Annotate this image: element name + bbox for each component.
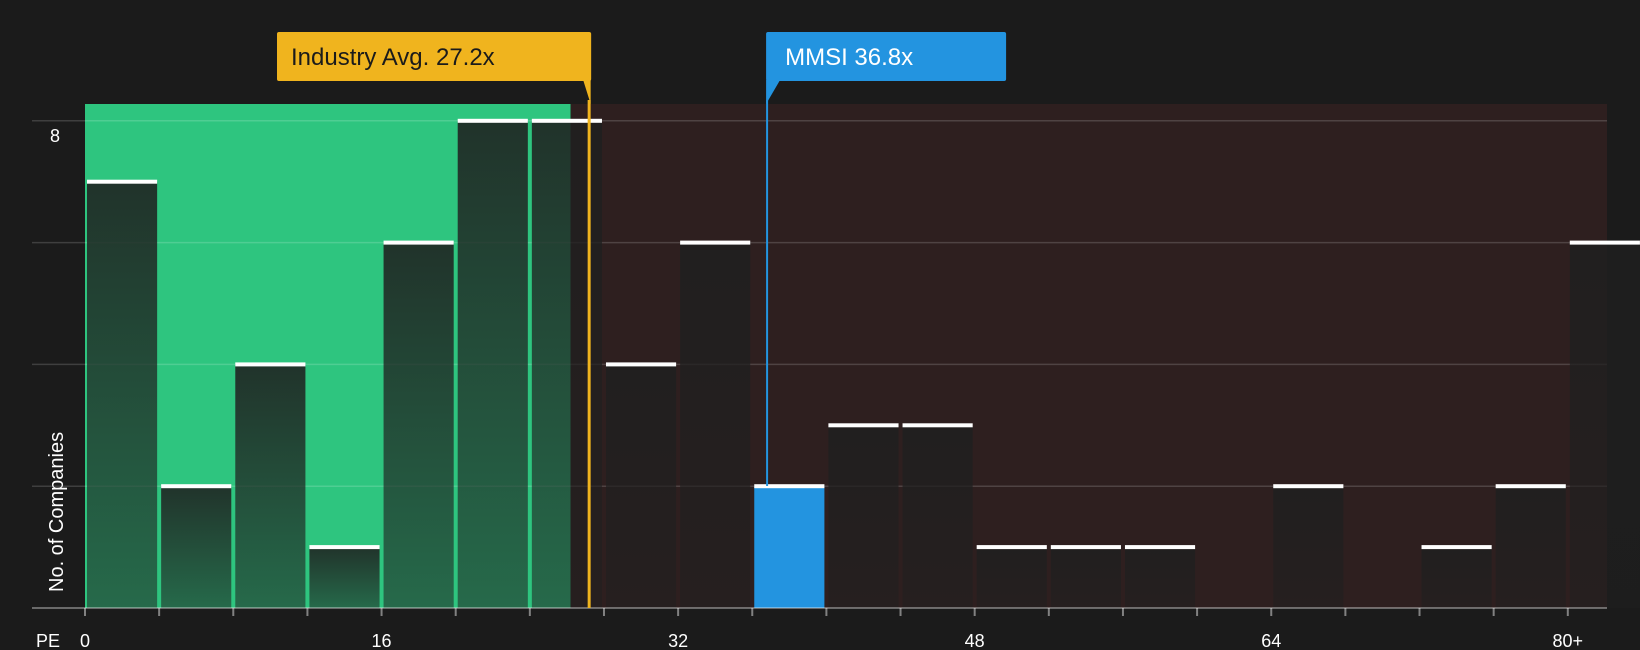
bar-cap-24 — [531, 118, 602, 123]
bar-cap-16 — [383, 240, 454, 245]
bar-cap-48 — [976, 545, 1047, 550]
bar-cap-72 — [1421, 545, 1492, 550]
mmsi-label: MMSI 36.8x — [785, 44, 913, 71]
bar-cap-76 — [1495, 484, 1566, 489]
industry-avg-label: Industry Avg. 27.2x — [291, 44, 495, 71]
x-tick-label: 0 — [80, 631, 90, 650]
bar-cap-20 — [457, 118, 528, 123]
bar-40 — [828, 425, 899, 608]
x-tick-label: 80+ — [1553, 631, 1584, 650]
bar-0 — [87, 181, 158, 608]
bar-cap-40 — [828, 423, 899, 428]
bar-72 — [1421, 547, 1492, 608]
x-tick-label: 32 — [668, 631, 688, 650]
bar-cap-36 — [754, 484, 825, 489]
bar-16 — [383, 242, 454, 608]
y-axis-label: No. of Companies — [46, 432, 68, 592]
bar-4 — [161, 486, 232, 608]
bar-cap-64 — [1273, 484, 1344, 489]
bar-cap-4 — [161, 484, 232, 489]
bar-cap-44 — [902, 423, 973, 428]
bar-cap-28 — [605, 362, 677, 367]
bar-12 — [309, 547, 380, 608]
mmsi-pointer — [766, 80, 781, 104]
x-tick-label: 48 — [965, 631, 985, 650]
bar-76 — [1495, 486, 1566, 608]
bar-8 — [235, 364, 306, 608]
bar-48 — [976, 547, 1047, 608]
bar-24 — [531, 120, 602, 609]
bar-64 — [1273, 486, 1344, 608]
bar-cap-56 — [1124, 545, 1196, 550]
bar-cap-12 — [309, 545, 380, 550]
bar-20 — [457, 120, 528, 609]
bar-cap-8 — [235, 362, 306, 367]
bar-cap-52 — [1050, 545, 1121, 550]
bar-cap-32 — [680, 240, 751, 245]
bar-56 — [1124, 547, 1196, 608]
x-axis: 0 16 32 48 64 80+ — [32, 607, 1607, 650]
bar-32 — [680, 242, 751, 608]
bar-52 — [1050, 547, 1121, 608]
x-tick-label: 64 — [1261, 631, 1281, 650]
bar-36 — [754, 486, 825, 608]
pe-histogram-chart: 8 0 16 32 48 64 80+ Industry Avg. 27.2x MMSI 3… — [32, 32, 1640, 650]
y-tick-label: 8 — [50, 126, 60, 146]
bar-cap-0 — [87, 179, 158, 184]
bar-28 — [605, 364, 677, 608]
x-tick-label: 16 — [372, 631, 392, 650]
bar-cap-80 — [1569, 240, 1640, 245]
bar-44 — [902, 425, 973, 608]
x-axis-label: PE — [36, 631, 60, 650]
bar-80 — [1569, 242, 1640, 608]
